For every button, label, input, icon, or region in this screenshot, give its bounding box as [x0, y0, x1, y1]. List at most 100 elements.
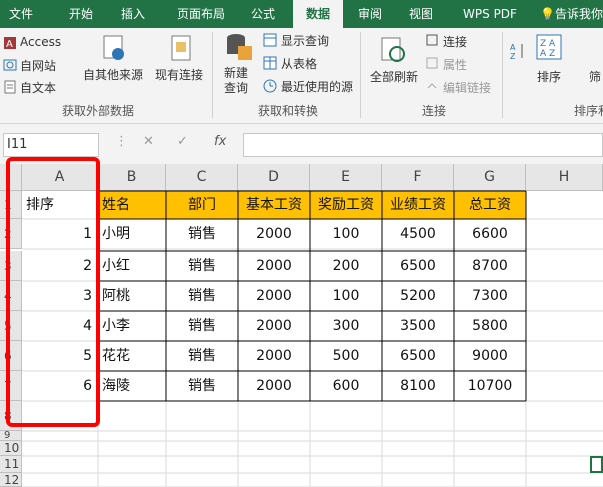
tab-wps-pdf[interactable]: WPS PDF — [455, 0, 525, 28]
table-cell[interactable]: 6500 — [382, 341, 454, 371]
svg-text:A Z: A Z — [540, 49, 555, 59]
table-cell[interactable]: 2000 — [238, 281, 310, 311]
group-separator — [212, 32, 213, 118]
properties-label: 属性 — [443, 58, 468, 72]
from-web-label: 自网站 — [20, 59, 57, 73]
table-header-cell[interactable]: 奖励工资 — [310, 191, 382, 219]
table-cell[interactable]: 小明 — [98, 219, 166, 249]
table-cell[interactable]: 销售 — [166, 341, 238, 371]
other-sources-button[interactable]: 自其他来源 — [83, 66, 143, 83]
table-header-cell[interactable]: 业绩工资 — [382, 191, 454, 219]
table-header-cell[interactable]: 基本工资 — [238, 191, 310, 219]
from-table-icon — [263, 56, 277, 70]
existing-connections-label: 现有连接 — [155, 68, 204, 82]
from-table-button[interactable]: 从表格 — [281, 55, 317, 72]
table-cell[interactable]: 600 — [310, 371, 382, 401]
tab-data[interactable]: 数据 — [293, 0, 343, 28]
table-cell[interactable]: 2000 — [238, 341, 310, 371]
table-cell[interactable]: 2000 — [238, 251, 310, 281]
existing-connections-icon — [171, 35, 191, 61]
svg-text:Z A: Z A — [540, 39, 556, 49]
table-cell[interactable]: 4500 — [382, 219, 454, 249]
table-cell[interactable]: 5800 — [454, 311, 526, 341]
tab-formulas[interactable]: 公式 — [242, 0, 284, 28]
enter-icon[interactable]: ✓ — [177, 134, 188, 149]
name-box[interactable]: I11 — [3, 133, 99, 157]
group-label-get-transform: 获取和转换 — [258, 104, 319, 118]
refresh-all-label: 全部刷新 — [370, 70, 419, 84]
show-queries-button[interactable]: 显示查询 — [281, 32, 329, 49]
group-label-sort-filter: 排序和 — [574, 104, 603, 118]
table-header-cell[interactable]: 总工资 — [454, 191, 526, 219]
table-cell[interactable]: 200 — [310, 251, 382, 281]
other-sources-label: 自其他来源 — [83, 68, 144, 82]
filter-button[interactable]: 筛 — [589, 68, 601, 85]
from-text-button[interactable]: 自文本 — [20, 79, 56, 96]
tell-me-box[interactable]: 💡告诉我你 — [540, 0, 603, 28]
from-access-label: Access — [20, 35, 62, 49]
table-cell[interactable]: 5200 — [382, 281, 454, 311]
table-cell[interactable]: 8100 — [382, 371, 454, 401]
insert-function-icon[interactable]: fx — [214, 134, 226, 149]
from-web-button[interactable]: 自网站 — [20, 57, 56, 74]
table-cell[interactable]: 7300 — [454, 281, 526, 311]
edit-links-label: 编辑链接 — [443, 81, 492, 95]
table-cell[interactable]: 2000 — [238, 371, 310, 401]
svg-text:A: A — [510, 43, 516, 52]
table-cell[interactable]: 100 — [310, 219, 382, 249]
properties-button[interactable]: 属性 — [443, 56, 467, 73]
table-cell[interactable]: 销售 — [166, 311, 238, 341]
access-icon: A — [4, 37, 16, 50]
tab-insert[interactable]: 插入 — [112, 0, 154, 28]
tab-view[interactable]: 视图 — [400, 0, 442, 28]
cancel-icon[interactable]: ✕ — [143, 134, 154, 149]
table-cell[interactable]: 销售 — [166, 371, 238, 401]
table-cell[interactable]: 500 — [310, 341, 382, 371]
table-cell[interactable]: 9000 — [454, 341, 526, 371]
tab-page-layout[interactable]: 页面布局 — [166, 0, 236, 28]
table-cell[interactable]: 300 — [310, 311, 382, 341]
table-cell[interactable]: 海陵 — [98, 371, 166, 401]
new-query-label: 新建 查询 — [224, 66, 249, 95]
new-query-button[interactable]: 新建 查询 — [224, 66, 248, 96]
table-cell[interactable]: 8700 — [454, 251, 526, 281]
table-header-cell[interactable]: 姓名 — [98, 191, 166, 219]
sort-button[interactable]: 排序 — [537, 68, 561, 85]
recent-sources-label: 最近使用的源 — [281, 80, 354, 94]
from-table-label: 从表格 — [281, 57, 318, 71]
connections-button[interactable]: 连接 — [443, 33, 467, 50]
table-cell[interactable]: 10700 — [454, 371, 526, 401]
table-cell[interactable]: 6600 — [454, 219, 526, 249]
table-header-cell[interactable]: 部门 — [166, 191, 238, 219]
group-label-external-data: 获取外部数据 — [62, 104, 135, 118]
existing-connections-button[interactable]: 现有连接 — [155, 66, 203, 83]
table-cell[interactable]: 100 — [310, 281, 382, 311]
refresh-all-button[interactable]: 全部刷新 — [370, 68, 418, 85]
show-queries-label: 显示查询 — [281, 34, 330, 48]
table-cell[interactable]: 阿桃 — [98, 281, 166, 311]
table-cell[interactable]: 6500 — [382, 251, 454, 281]
table-cell[interactable]: 花花 — [98, 341, 166, 371]
from-access-button[interactable]: Access — [20, 35, 61, 49]
table-cell[interactable]: 3500 — [382, 311, 454, 341]
other-sources-icon — [103, 35, 124, 60]
show-queries-icon — [263, 33, 277, 47]
text-file-icon — [4, 80, 16, 94]
highlight-box-column-a — [6, 157, 100, 427]
ribbon-tabs: 文件 开始 插入 页面布局 公式 数据 审阅 视图 WPS PDF 💡告诉我你 — [0, 0, 603, 28]
table-cell[interactable]: 销售 — [166, 219, 238, 249]
table-cell[interactable]: 2000 — [238, 311, 310, 341]
tell-me-label: 告诉我你 — [554, 7, 603, 21]
active-cell-i11[interactable] — [590, 456, 603, 473]
table-cell[interactable]: 2000 — [238, 219, 310, 249]
tab-file[interactable]: 文件 — [0, 0, 42, 28]
edit-links-button[interactable]: 编辑链接 — [443, 79, 491, 96]
formula-input[interactable] — [243, 133, 603, 157]
table-cell[interactable]: 销售 — [166, 251, 238, 281]
recent-sources-button[interactable]: 最近使用的源 — [281, 78, 353, 95]
table-cell[interactable]: 小红 — [98, 251, 166, 281]
table-cell[interactable]: 销售 — [166, 281, 238, 311]
tab-home[interactable]: 开始 — [56, 0, 106, 28]
table-cell[interactable]: 小李 — [98, 311, 166, 341]
tab-review[interactable]: 审阅 — [349, 0, 391, 28]
